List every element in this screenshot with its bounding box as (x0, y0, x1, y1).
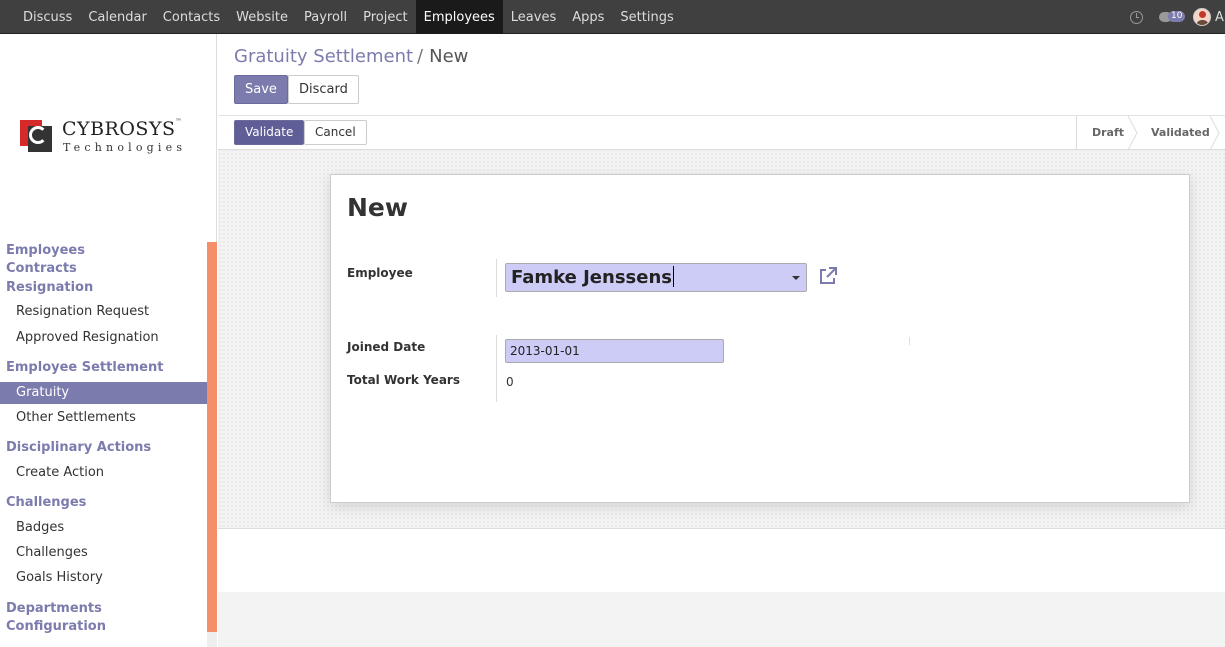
systray: 10 A (1130, 0, 1225, 34)
page-footer (218, 592, 1225, 647)
employee-label: Employee (347, 266, 413, 280)
stage-divider (1076, 116, 1077, 150)
stage-validated[interactable]: Validated (1151, 116, 1210, 150)
sidebar-item-employee-settlement[interactable]: Employee Settlement (6, 360, 163, 375)
stage-arrow-icon (1128, 116, 1138, 150)
menu-discuss[interactable]: Discuss (15, 0, 80, 34)
logo-trademark: ™ (175, 118, 183, 125)
employee-field[interactable]: Famke Jenssens (505, 263, 807, 292)
stage-arrow-icon (1210, 116, 1220, 150)
sidebar-item-gratuity[interactable]: Gratuity (0, 382, 207, 404)
chatter-area (218, 528, 1225, 592)
breadcrumb-separator: / (417, 46, 424, 67)
field-separator (909, 337, 910, 345)
cancel-button[interactable]: Cancel (304, 120, 367, 145)
sidebar-item-badges[interactable]: Badges (0, 517, 207, 539)
logo-title: CYBROSYS (62, 118, 176, 140)
activity-clock-icon[interactable] (1130, 10, 1143, 24)
discard-button[interactable]: Discard (288, 75, 359, 104)
sidebar-item-challenges-header[interactable]: Challenges (6, 495, 86, 510)
menu-website[interactable]: Website (228, 0, 296, 34)
total-work-years-value: 0 (506, 375, 514, 389)
sidebar-item-disciplinary-actions[interactable]: Disciplinary Actions (6, 440, 151, 455)
sidebar: CYBROSYS™ Technologies Employees Contrac… (0, 34, 217, 647)
logo-mark-icon (20, 120, 52, 152)
record-title: New (347, 193, 408, 222)
field-separator (496, 335, 497, 402)
user-name[interactable]: A (1215, 10, 1225, 25)
form-statusbar: Validate Cancel Draft Validated (218, 116, 1225, 150)
sidebar-item-goals-history[interactable]: Goals History (0, 567, 207, 589)
breadcrumb-current: New (429, 46, 469, 67)
menu-contacts[interactable]: Contacts (155, 0, 228, 34)
top-navbar: Discuss Calendar Contacts Website Payrol… (0, 0, 1225, 34)
messages-button[interactable]: 10 (1159, 9, 1186, 25)
save-button[interactable]: Save (234, 75, 288, 104)
sidebar-item-resignation[interactable]: Resignation (6, 280, 93, 295)
menu-payroll[interactable]: Payroll (296, 0, 355, 34)
sidebar-item-create-action[interactable]: Create Action (0, 462, 207, 484)
breadcrumb-parent[interactable]: Gratuity Settlement (234, 46, 413, 67)
menu-settings[interactable]: Settings (612, 0, 681, 34)
validate-button[interactable]: Validate (234, 120, 305, 145)
sidebar-item-challenges[interactable]: Challenges (0, 542, 207, 564)
chevron-down-icon[interactable] (792, 276, 800, 280)
user-avatar[interactable] (1193, 8, 1211, 26)
breadcrumb: Gratuity Settlement / New (234, 46, 468, 67)
control-panel: Gratuity Settlement / New Save Discard (218, 34, 1225, 116)
total-work-years-label: Total Work Years (347, 373, 460, 387)
sidebar-scrollbar-thumb[interactable] (207, 242, 217, 632)
form-view: Validate Cancel Draft Validated New Empl… (218, 116, 1225, 528)
stage-draft[interactable]: Draft (1092, 116, 1124, 150)
sidebar-item-contracts[interactable]: Contracts (6, 261, 77, 276)
text-cursor (673, 266, 674, 287)
sidebar-item-departments[interactable]: Departments (6, 601, 102, 616)
sidebar-item-resignation-request[interactable]: Resignation Request (0, 301, 207, 323)
menu-project[interactable]: Project (355, 0, 415, 34)
company-logo: CYBROSYS™ Technologies (20, 118, 200, 158)
employee-value: Famke Jenssens (511, 267, 672, 288)
menu-employees[interactable]: Employees (415, 0, 503, 34)
sidebar-item-configuration[interactable]: Configuration (6, 619, 106, 634)
logo-subtitle: Technologies (63, 141, 187, 154)
menu-calendar[interactable]: Calendar (80, 0, 154, 34)
field-separator (496, 259, 497, 297)
joined-date-field[interactable]: 2013-01-01 (505, 339, 724, 363)
sidebar-item-other-settlements[interactable]: Other Settlements (0, 407, 207, 429)
menu-leaves[interactable]: Leaves (503, 0, 564, 34)
message-count-badge: 10 (1168, 11, 1186, 22)
app-menu: Discuss Calendar Contacts Website Payrol… (15, 0, 682, 34)
sidebar-item-approved-resignation[interactable]: Approved Resignation (0, 327, 207, 349)
external-link-icon[interactable] (818, 266, 838, 286)
joined-date-label: Joined Date (347, 340, 426, 354)
form-sheet: New Employee Famke Jenssens Joined Date … (330, 174, 1190, 503)
menu-apps[interactable]: Apps (564, 0, 612, 34)
sidebar-item-employees[interactable]: Employees (6, 243, 85, 258)
